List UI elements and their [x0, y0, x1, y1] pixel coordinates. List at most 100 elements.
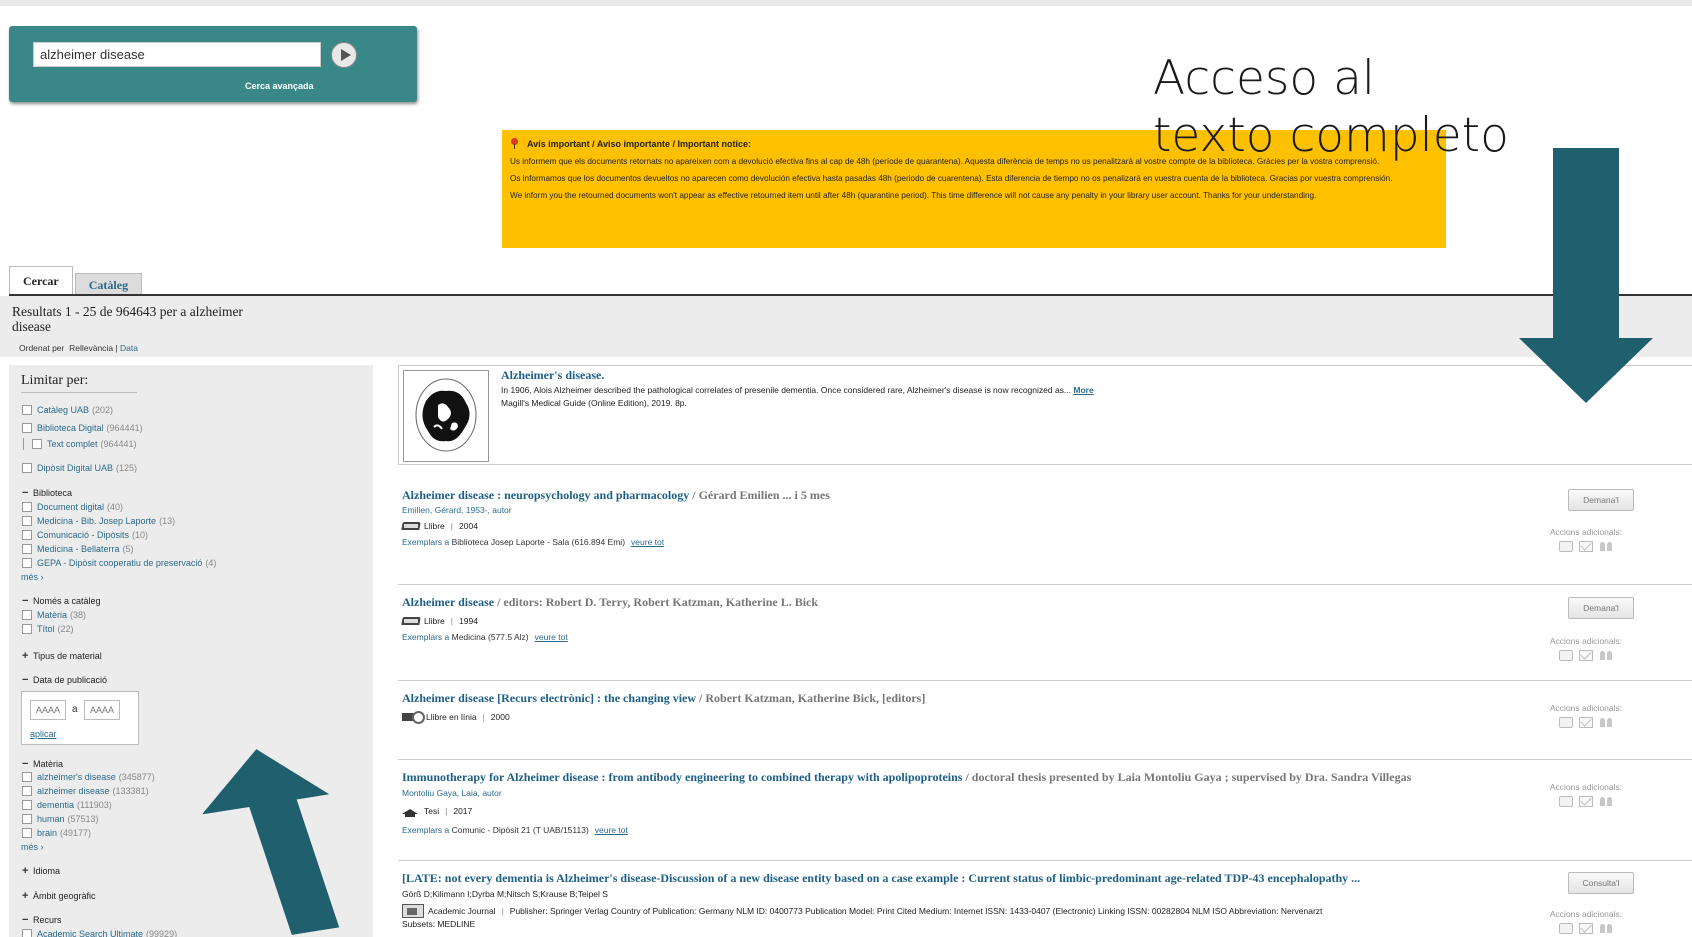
checkbox[interactable] — [22, 772, 32, 782]
facet-head-idioma[interactable]: + Idioma — [22, 865, 60, 877]
more-link[interactable]: més › — [21, 572, 44, 582]
email-icon[interactable] — [1579, 717, 1593, 728]
see-all-link[interactable]: veure tot — [595, 825, 628, 835]
facet-item[interactable]: alzheimer disease (133381) — [22, 786, 149, 796]
result-author: Görß D;Kilimann I;Dyrba M;Nitsch S;Kraus… — [402, 889, 608, 899]
collapse-icon[interactable]: − — [22, 758, 31, 770]
collapse-icon[interactable]: − — [22, 674, 31, 686]
print-icon[interactable] — [1559, 717, 1573, 728]
share-icon[interactable] — [1599, 650, 1613, 661]
email-icon[interactable] — [1579, 541, 1593, 552]
result-title-link[interactable]: Alzheimer disease — [402, 595, 494, 609]
share-icon[interactable] — [1599, 923, 1613, 934]
facet-head-tipus[interactable]: + Tipus de material — [22, 650, 102, 662]
result-title-link[interactable]: Immunotherapy for Alzheimer disease : fr… — [402, 770, 962, 784]
checkbox[interactable] — [22, 828, 32, 838]
consult-button[interactable]: Consulta'l — [1568, 872, 1634, 894]
more-link[interactable]: més › — [21, 842, 44, 852]
share-icon[interactable] — [1599, 796, 1613, 807]
tab-cercar[interactable]: Cercar — [9, 266, 73, 296]
checkbox[interactable] — [22, 463, 32, 473]
checkbox[interactable] — [22, 502, 32, 512]
see-all-link[interactable]: veure tot — [535, 632, 568, 642]
facet-head-materia[interactable]: − Matèria — [22, 758, 63, 770]
expand-icon[interactable]: + — [22, 865, 31, 877]
request-button[interactable]: Demana'l — [1568, 597, 1634, 619]
result-holdings: Exemplars a Medicina (577.5 Alz) veure to… — [402, 632, 568, 642]
result-author[interactable]: Emilien, Gérard, 1953-, autor — [402, 505, 1502, 515]
result-title-link[interactable]: [LATE: not every dementia is Alzheimer's… — [402, 871, 1360, 885]
checkbox[interactable] — [22, 814, 32, 824]
print-icon[interactable] — [1559, 650, 1573, 661]
checkbox[interactable] — [32, 439, 42, 449]
checkbox[interactable] — [22, 544, 32, 554]
checkbox[interactable] — [22, 516, 32, 526]
search-go-button[interactable] — [331, 42, 357, 68]
chevron-right-icon: › — [40, 572, 44, 582]
checkbox[interactable] — [22, 624, 32, 634]
expand-icon[interactable]: + — [22, 650, 31, 662]
facet-item[interactable]: alzheimer's disease (345877) — [22, 772, 155, 782]
checkbox[interactable] — [22, 423, 32, 433]
facet-item[interactable]: Medicina - Bib. Josep Laporte (13) — [22, 516, 175, 526]
checkbox[interactable] — [22, 530, 32, 540]
facet-item[interactable]: dementia (111903) — [22, 800, 112, 810]
see-all-link[interactable]: veure tot — [631, 537, 664, 547]
print-icon[interactable] — [1559, 923, 1573, 934]
facet-head-recurs[interactable]: − Recurs — [22, 914, 62, 926]
checkbox[interactable] — [22, 405, 32, 415]
facet-item[interactable]: Catàleg UAB (202) — [22, 405, 113, 415]
checkbox[interactable] — [22, 929, 32, 937]
facet-head-nomes[interactable]: − Només a catàleg — [22, 595, 101, 607]
facet-head-biblioteca[interactable]: − Biblioteca — [22, 487, 72, 499]
collapse-icon[interactable]: − — [22, 487, 31, 499]
tab-cataleg[interactable]: Catàleg — [74, 273, 143, 295]
featured-source: Magill's Medical Guide (Online Edition),… — [501, 398, 687, 408]
print-icon[interactable] — [1559, 541, 1573, 552]
collapse-icon[interactable]: − — [22, 914, 31, 926]
facet-item[interactable]: Matèria (38) — [22, 610, 86, 620]
featured-title-link[interactable]: Alzheimer's disease. — [501, 368, 604, 382]
brain-thumbnail[interactable] — [403, 370, 489, 462]
facet-head-data[interactable]: − Data de publicació — [22, 674, 107, 686]
request-button[interactable]: Demana'l — [1568, 489, 1634, 511]
facet-item[interactable]: Medicina - Bellaterra (5) — [22, 544, 134, 554]
journal-icon — [402, 904, 424, 918]
checkbox[interactable] — [22, 558, 32, 568]
advanced-search-link[interactable]: Cerca avançada — [245, 81, 314, 91]
email-icon[interactable] — [1579, 650, 1593, 661]
facet-head-ambit[interactable]: + Àmbit geogràfic — [22, 890, 96, 902]
result-title-link[interactable]: Alzheimer disease : neuropsychology and … — [402, 488, 689, 502]
search-input[interactable] — [33, 42, 321, 67]
email-icon[interactable] — [1579, 796, 1593, 807]
date-to-input[interactable]: AAAA — [84, 700, 120, 720]
date-from-input[interactable]: AAAA — [30, 700, 66, 720]
facet-item[interactable]: Academic Search Ultimate (99929) — [22, 929, 177, 937]
email-icon[interactable] — [1579, 923, 1593, 934]
date-apply-link[interactable]: aplicar — [30, 729, 57, 739]
expand-icon[interactable]: + — [22, 890, 31, 902]
facet-item[interactable]: Comunicació - Dipòsits (10) — [22, 530, 148, 540]
checkbox[interactable] — [22, 800, 32, 810]
share-icon[interactable] — [1599, 717, 1613, 728]
facet-item[interactable]: human (57513) — [22, 814, 99, 824]
checkbox[interactable] — [22, 610, 32, 620]
checkbox[interactable] — [22, 786, 32, 796]
annotation-text: Acceso al texto completo — [1153, 50, 1573, 164]
result-title-link[interactable]: Alzheimer disease [Recurs electrònic] : … — [402, 691, 696, 705]
featured-more-link[interactable]: More — [1073, 385, 1093, 395]
facet-item[interactable]: Biblioteca Digital (964441) — [22, 423, 143, 433]
limit-title: Limitar per: — [21, 373, 137, 393]
result-author[interactable]: Montoliu Gaya, Laia, autor — [402, 787, 1422, 800]
facet-item[interactable]: Text complet (964441) — [23, 438, 137, 450]
collapse-icon[interactable]: − — [22, 595, 31, 607]
share-icon[interactable] — [1599, 541, 1613, 552]
facet-item[interactable]: Dipòsit Digital UAB (125) — [22, 463, 137, 473]
sort-row: Ordenat per Rellevància | Data — [19, 343, 138, 353]
facet-item[interactable]: brain (49177) — [22, 828, 91, 838]
sort-date-link[interactable]: Data — [120, 343, 138, 353]
facet-item[interactable]: Document digital (40) — [22, 502, 123, 512]
facet-item[interactable]: Títol (22) — [22, 624, 74, 634]
facet-item[interactable]: GEPA - Dipòsit cooperatiu de preservació… — [22, 558, 216, 568]
print-icon[interactable] — [1559, 796, 1573, 807]
